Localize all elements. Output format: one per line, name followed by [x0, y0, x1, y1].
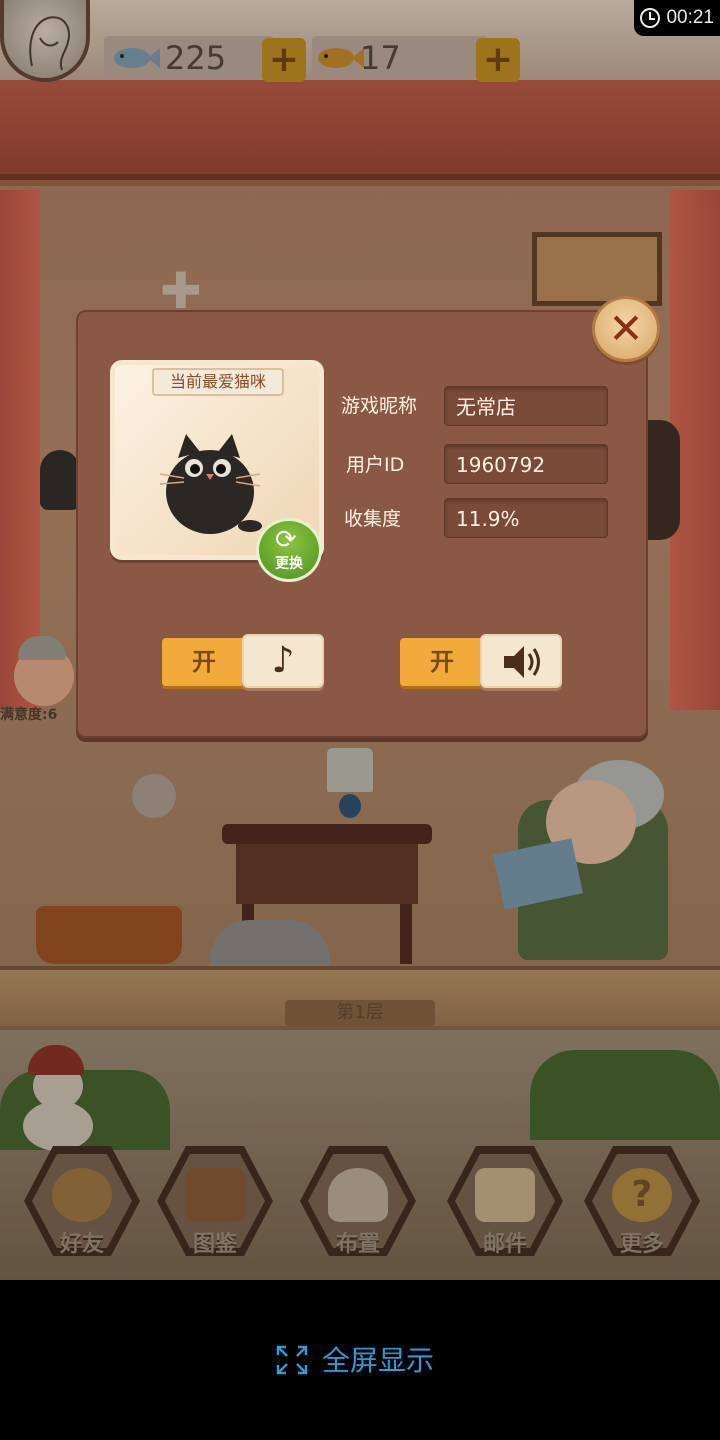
sound-toggle[interactable]: 开 [400, 634, 562, 690]
user-id-label: 用户ID [346, 454, 405, 476]
music-state-label[interactable]: 开 [162, 638, 246, 686]
collection-field: 11.9% [444, 498, 608, 538]
fullscreen-button[interactable]: 全屏显示 [322, 1341, 434, 1381]
black-cat-portrait [159, 434, 262, 534]
nickname-field: 无常店 [444, 386, 608, 426]
refresh-icon: ⟳ [275, 525, 297, 555]
favorite-cat-title: 当前最爱猫咪 [152, 368, 284, 396]
speaker-glyph [504, 646, 540, 678]
collection-label: 收集度 [344, 508, 402, 530]
change-cat-label: 更换 [275, 556, 303, 572]
nickname-label: 游戏昵称 [341, 395, 418, 417]
change-cat-button[interactable]: ⟳ 更换 [256, 518, 322, 582]
sound-state-label[interactable]: 开 [400, 638, 484, 686]
user-id-field: 1960792 [444, 444, 608, 484]
music-note-icon[interactable]: ♪ [242, 634, 324, 688]
speaker-icon[interactable] [480, 634, 562, 688]
music-toggle[interactable]: 开 ♪ [162, 634, 324, 690]
close-icon: ✕ [608, 304, 644, 353]
fullscreen-icon[interactable] [276, 1345, 308, 1375]
close-dialog-button[interactable]: ✕ [592, 296, 660, 362]
